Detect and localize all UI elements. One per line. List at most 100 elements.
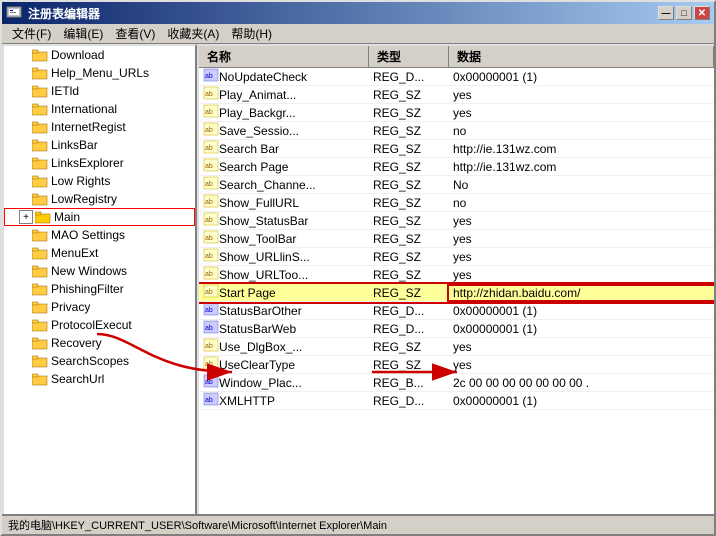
registry-panel: 名称 类型 数据 ab NoUpdateCheck REG_D... 0x000… xyxy=(197,44,714,514)
reg-name-cell: ab UseClearType xyxy=(199,356,369,373)
reg-name-cell: ab Start Page xyxy=(199,284,369,301)
tree-item-recovery[interactable]: Recovery xyxy=(4,334,195,352)
table-row[interactable]: ab Show_FullURL REG_SZ no xyxy=(199,194,714,212)
reg-type-cell: REG_D... xyxy=(369,394,449,408)
reg-type-cell: REG_SZ xyxy=(369,124,449,138)
menu-view[interactable]: 查看(V) xyxy=(109,24,161,43)
svg-text:ab: ab xyxy=(205,127,213,134)
tree-item-label: Main xyxy=(54,210,80,224)
reg-name-cell: ab Show_ToolBar xyxy=(199,230,369,247)
reg-type-cell: REG_D... xyxy=(369,304,449,318)
tree-item-linksbar[interactable]: LinksBar xyxy=(4,136,195,154)
table-row[interactable]: ab StatusBarWeb REG_D... 0x00000001 (1) xyxy=(199,320,714,338)
main-window: 注册表编辑器 — □ ✕ 文件(F) 编辑(E) 查看(V) 收藏夹(A) 帮助… xyxy=(0,0,716,536)
tree-item-privacy[interactable]: Privacy xyxy=(4,298,195,316)
reg-row-icon: ab xyxy=(203,266,219,283)
string-icon: ab xyxy=(203,212,219,226)
table-row[interactable]: ab Save_Sessio... REG_SZ no xyxy=(199,122,714,140)
folder-icon xyxy=(32,228,48,242)
menu-favorites[interactable]: 收藏夹(A) xyxy=(161,24,225,43)
reg-type-cell: REG_SZ xyxy=(369,250,449,264)
reg-name: Window_Plac... xyxy=(219,376,302,390)
table-row[interactable]: ab UseClearType REG_SZ yes xyxy=(199,356,714,374)
svg-text:ab: ab xyxy=(205,199,213,206)
string-icon: ab xyxy=(203,158,219,172)
reg-type-cell: REG_SZ xyxy=(369,232,449,246)
table-row[interactable]: ab XMLHTTP REG_D... 0x00000001 (1) xyxy=(199,392,714,410)
tree-item-label: Low Rights xyxy=(51,174,110,188)
tree-item-searchurl[interactable]: SearchUrl xyxy=(4,370,195,388)
table-row[interactable]: ab Search Page REG_SZ http://ie.131wz.co… xyxy=(199,158,714,176)
tree-item-menuext[interactable]: MenuExt xyxy=(4,244,195,262)
tree-item-label: Recovery xyxy=(51,336,102,350)
reg-data-cell: 0x00000001 (1) xyxy=(449,304,714,318)
string-icon: ab xyxy=(203,194,219,208)
table-row[interactable]: ab Play_Animat... REG_SZ yes xyxy=(199,86,714,104)
menu-file[interactable]: 文件(F) xyxy=(6,24,57,43)
tree-item-help-menu-urls[interactable]: Help_Menu_URLs xyxy=(4,64,195,82)
expand-icon[interactable]: + xyxy=(19,210,33,224)
tree-item-label: New Windows xyxy=(51,264,127,278)
title-bar-text: 注册表编辑器 xyxy=(6,5,100,22)
reg-type-cell: REG_SZ xyxy=(369,178,449,192)
tree-item-main[interactable]: + Main xyxy=(4,208,195,226)
registry-table[interactable]: 名称 类型 数据 ab NoUpdateCheck REG_D... 0x000… xyxy=(197,44,714,514)
table-row[interactable]: ab Show_ToolBar REG_SZ yes xyxy=(199,230,714,248)
string-icon: ab xyxy=(203,122,219,136)
tree-item-new-windows[interactable]: New Windows xyxy=(4,262,195,280)
reg-name: Search Page xyxy=(219,160,288,174)
tree-item-lowregistry[interactable]: LowRegistry xyxy=(4,190,195,208)
reg-name-cell: ab Search Page xyxy=(199,158,369,175)
reg-data-cell: 0x00000001 (1) xyxy=(449,394,714,408)
table-row[interactable]: ab NoUpdateCheck REG_D... 0x00000001 (1) xyxy=(199,68,714,86)
tree-item-internetregist[interactable]: InternetRegist xyxy=(4,118,195,136)
tree-item-mao-settings[interactable]: MAO Settings xyxy=(4,226,195,244)
table-row[interactable]: ab Play_Backgr... REG_SZ yes xyxy=(199,104,714,122)
tree-item-label: InternetRegist xyxy=(51,120,126,134)
tree-item-protocolexecut[interactable]: ProtocolExecut xyxy=(4,316,195,334)
tree-item-label: SearchUrl xyxy=(51,372,104,386)
tree-item-phishingfilter[interactable]: PhishingFilter xyxy=(4,280,195,298)
reg-type-cell: REG_SZ xyxy=(369,286,449,300)
tree-item-linksexplorer[interactable]: LinksExplorer xyxy=(4,154,195,172)
tree-item-download[interactable]: Download xyxy=(4,46,195,64)
table-row[interactable]: ab Search Bar REG_SZ http://ie.131wz.com xyxy=(199,140,714,158)
reg-row-icon: ab xyxy=(203,230,219,247)
folder-icon xyxy=(32,120,48,134)
table-row[interactable]: ab Use_DlgBox_... REG_SZ yes xyxy=(199,338,714,356)
reg-data-cell: 0x00000001 (1) xyxy=(449,322,714,336)
tree-item-ietld[interactable]: IETld xyxy=(4,82,195,100)
maximize-button[interactable]: □ xyxy=(676,6,692,20)
close-button[interactable]: ✕ xyxy=(694,6,710,20)
binary-icon: ab xyxy=(203,392,219,406)
tree-panel[interactable]: Download Help_Menu_URLs IETld Internatio… xyxy=(2,44,197,514)
reg-row-icon: ab xyxy=(203,212,219,229)
table-row[interactable]: ab Show_StatusBar REG_SZ yes xyxy=(199,212,714,230)
tree-item-low-rights[interactable]: Low Rights xyxy=(4,172,195,190)
string-icon: ab xyxy=(203,266,219,280)
table-row[interactable]: ab Show_URLToo... REG_SZ yes xyxy=(199,266,714,284)
table-row[interactable]: ab StatusBarOther REG_D... 0x00000001 (1… xyxy=(199,302,714,320)
minimize-button[interactable]: — xyxy=(658,6,674,20)
table-row[interactable]: ab Search_Channe... REG_SZ No xyxy=(199,176,714,194)
reg-name: Play_Animat... xyxy=(219,88,296,102)
tree-item-label: SearchScopes xyxy=(51,354,129,368)
tree-item-international[interactable]: International xyxy=(4,100,195,118)
app-icon xyxy=(6,5,22,21)
reg-name-cell: ab StatusBarOther xyxy=(199,302,369,319)
reg-name-cell: ab Show_FullURL xyxy=(199,194,369,211)
menu-help[interactable]: 帮助(H) xyxy=(225,24,278,43)
tree-item-searchscopes[interactable]: SearchScopes xyxy=(4,352,195,370)
table-row[interactable]: ab Window_Plac... REG_B... 2c 00 00 00 0… xyxy=(199,374,714,392)
reg-name: XMLHTTP xyxy=(219,394,275,408)
menu-edit[interactable]: 编辑(E) xyxy=(57,24,109,43)
reg-row-icon: ab xyxy=(203,194,219,211)
reg-data-cell: yes xyxy=(449,340,714,354)
tree-item-label: IETld xyxy=(51,84,79,98)
folder-icon xyxy=(32,48,48,62)
folder-icon xyxy=(32,174,48,188)
folder-icon xyxy=(32,246,48,260)
col-header-type: 类型 xyxy=(369,46,449,67)
table-row[interactable]: ab Show_URLlinS... REG_SZ yes xyxy=(199,248,714,266)
table-row[interactable]: ab Start Page REG_SZ http://zhidan.baidu… xyxy=(199,284,714,302)
